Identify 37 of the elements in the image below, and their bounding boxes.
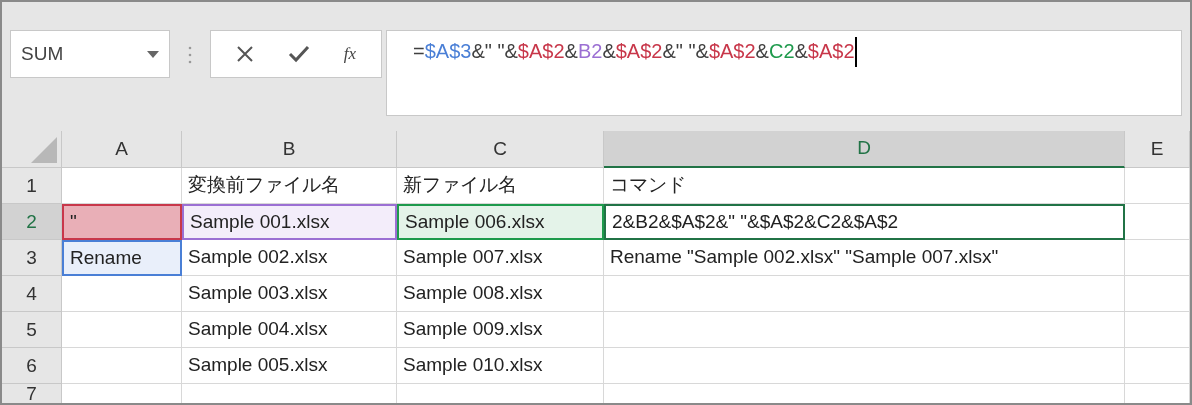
name-box[interactable]: SUM [10,30,170,78]
table-cell[interactable]: Sample 003.xlsx [182,276,397,312]
table-cell[interactable]: Sample 010.xlsx [397,347,604,384]
table-cell[interactable]: 2&B2&$A$2&" "&$A$2&C2&$A$2 [604,204,1125,240]
caret-icon [147,50,159,58]
formula-field[interactable]: =$A$3&" "&$A$2&B2&$A$2&" "&$A$2&C2&$A$2 [386,30,1182,116]
column-header[interactable]: B [182,130,397,169]
table-cell[interactable]: Sample 006.xlsx [397,204,604,240]
column-header[interactable]: A [62,130,182,169]
text-cursor [854,37,857,67]
table-cell[interactable]: 変換前ファイル名 [182,168,397,205]
table-cell[interactable]: Rename "Sample 002.xlsx" "Sample 007.xlsx" [604,240,1125,276]
row-header[interactable]: 5 [2,312,62,348]
row-header[interactable]: 7 [2,383,62,403]
row-header[interactable]: 2 [2,204,62,240]
check-icon[interactable] [287,45,310,63]
cancel-icon[interactable] [235,45,254,63]
table-cell[interactable]: コマンド [604,168,1125,205]
table-cell[interactable]: " [62,204,182,240]
select-all-icon[interactable] [31,137,57,164]
insert-function-button[interactable]: fx [343,41,357,67]
table-cell[interactable]: Sample 009.xlsx [397,312,604,348]
table-cell[interactable]: Sample 007.xlsx [397,240,604,276]
row-header[interactable]: 4 [2,276,62,312]
row-header[interactable]: 3 [2,240,62,276]
table-cell[interactable]: Sample 002.xlsx [182,240,397,276]
column-header[interactable]: D [604,130,1125,169]
table-cell[interactable]: Sample 001.xlsx [182,204,397,240]
table-cell[interactable]: Sample 005.xlsx [182,347,397,384]
row-header[interactable]: 6 [2,347,62,384]
table-cell[interactable]: Sample 008.xlsx [397,276,604,312]
row-header[interactable]: 1 [2,168,62,205]
table-cell[interactable]: 新ファイル名 [397,168,604,205]
column-header[interactable]: E [1125,130,1190,169]
dots-icon [188,46,192,64]
table-cell[interactable]: Sample 004.xlsx [182,312,397,348]
table-cell[interactable]: Rename [62,240,182,276]
